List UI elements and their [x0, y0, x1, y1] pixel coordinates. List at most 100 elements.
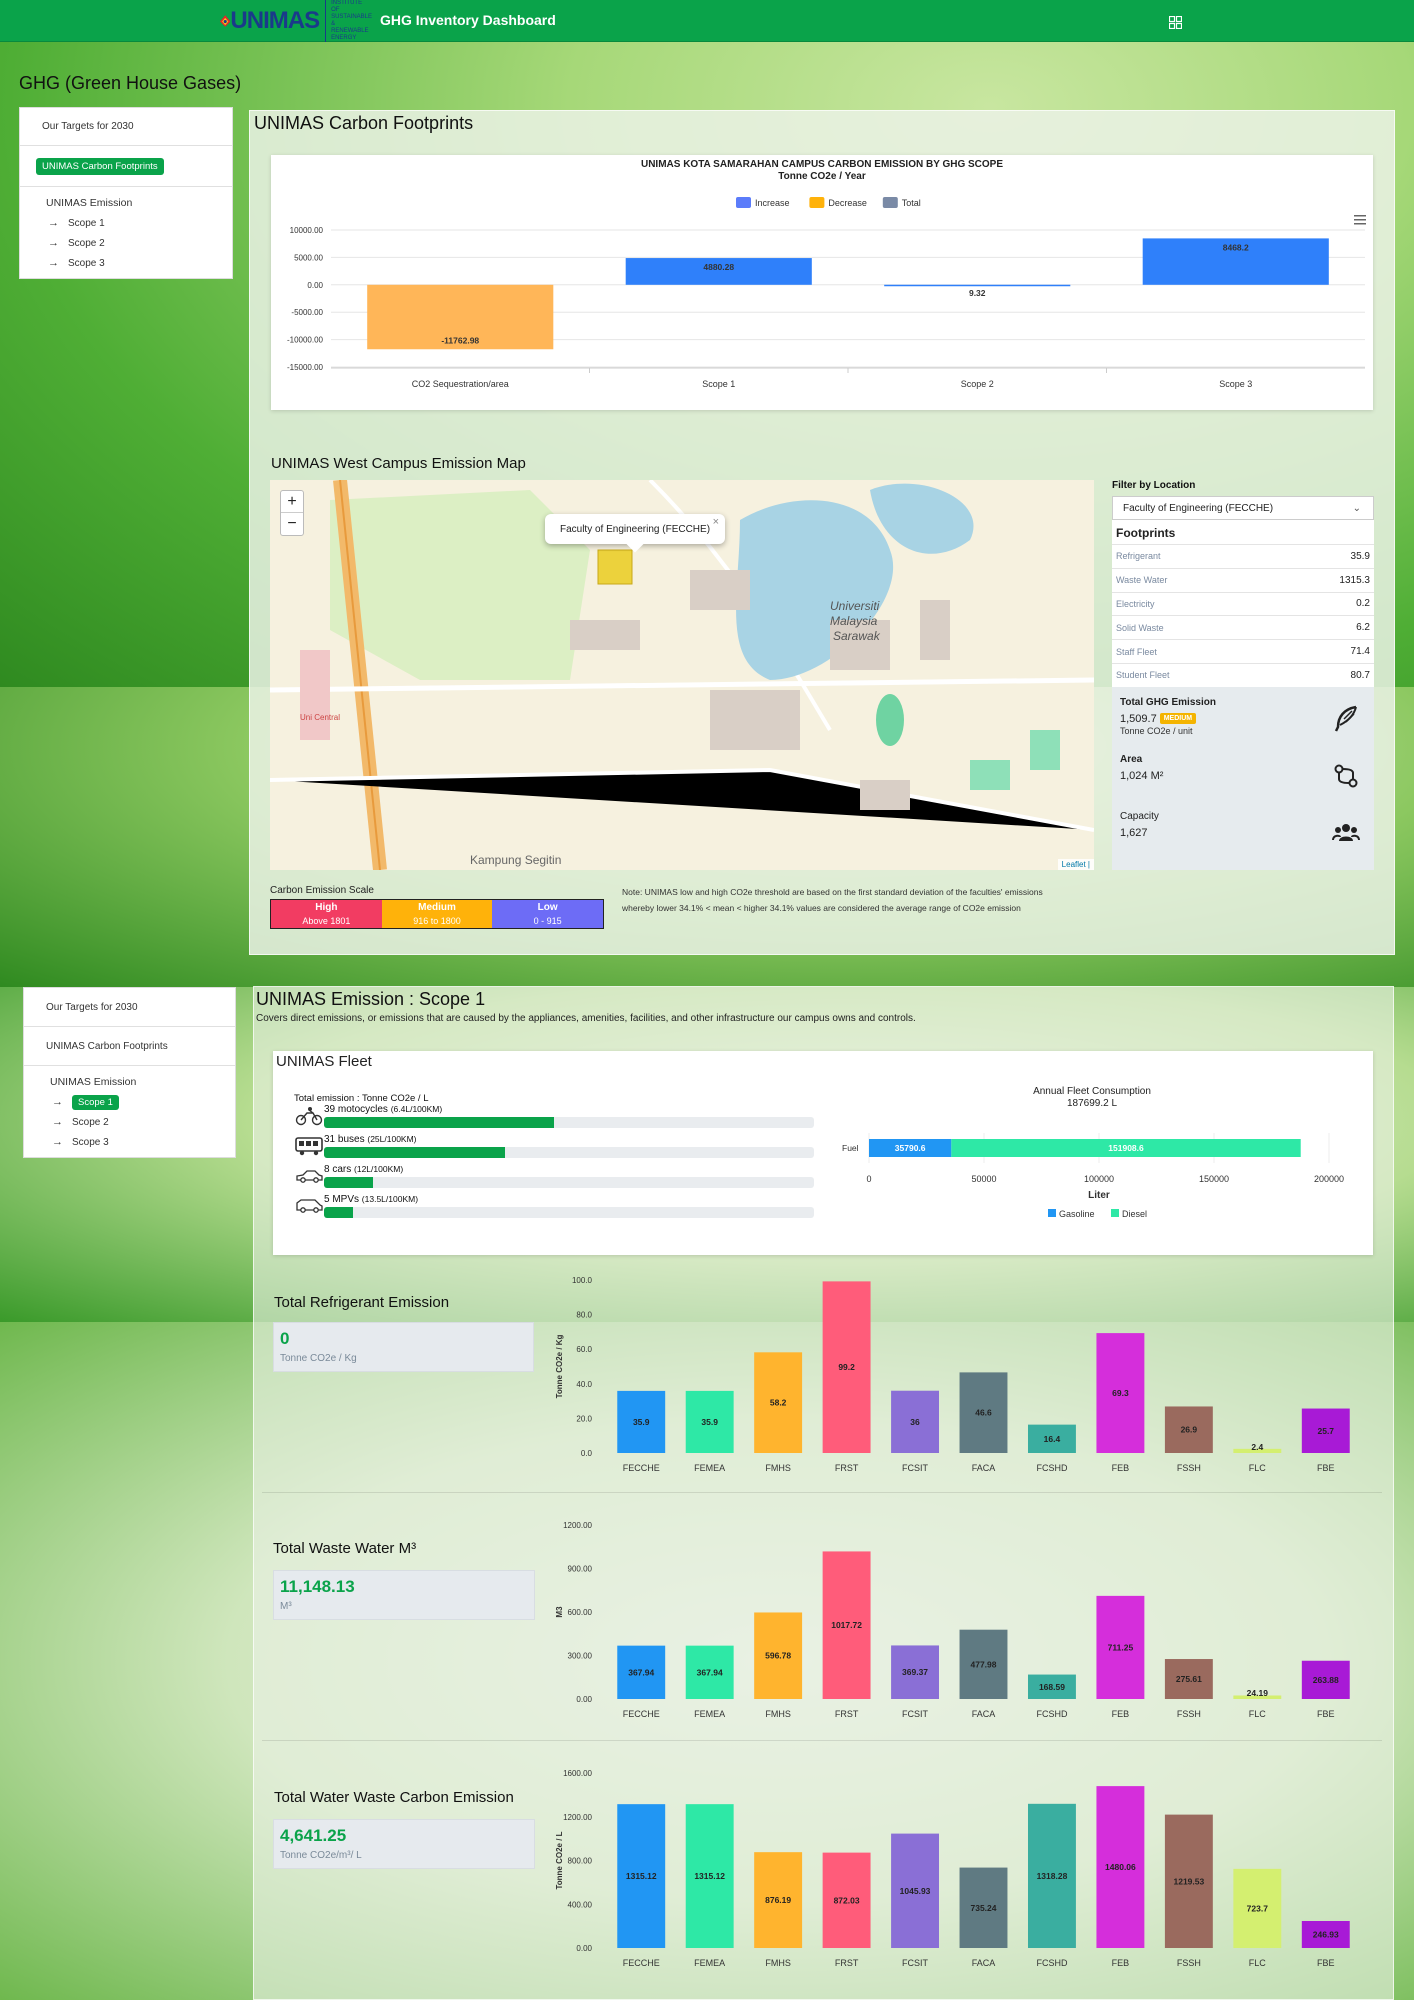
nav-scope-2[interactable]: → Scope 2 — [20, 233, 232, 253]
footprint-key: Solid Waste — [1116, 622, 1164, 633]
x-tick-label: FCSHD — [1036, 1463, 1067, 1473]
scope-chart-card: UNIMAS KOTA SAMARAHAN CAMPUS CARBON EMIS… — [271, 155, 1373, 410]
bar-label: 46.6 — [975, 1408, 992, 1418]
capacity-stat: Capacity 1,627 — [1120, 807, 1366, 864]
scale-high: High Above 1801 — [271, 900, 382, 928]
y-tick-label: 0.0 — [581, 1449, 593, 1458]
x-axis-label: Liter — [1088, 1190, 1110, 1201]
footprint-key: Refrigerant — [1116, 551, 1161, 562]
nav-footprints[interactable]: UNIMAS Carbon Footprints — [20, 146, 232, 186]
y-tick-label: Fuel — [842, 1143, 859, 1153]
legend-label: Total — [902, 198, 921, 208]
zoom-out-button[interactable]: − — [281, 513, 303, 535]
y-tick-label: 1200.00 — [563, 1521, 592, 1530]
x-tick-label: CO2 Sequestration/area — [412, 379, 509, 389]
map-popup: Faculty of Engineering (FECCHE) × — [545, 514, 725, 553]
chart-menu-icon[interactable] — [1354, 215, 1366, 225]
unimas-logo[interactable]: UNIMAS INSTITUTE OF SUSTAINABLE & RENEWA… — [220, 0, 372, 42]
y-tick-label: 0.00 — [576, 1944, 592, 1953]
arrow-right-icon: → — [48, 257, 59, 269]
location-select[interactable]: Faculty of Engineering (FECCHE) ⌄ — [1112, 496, 1374, 520]
wastewater-value: 11,148.13 — [280, 1577, 355, 1596]
bar-label: 735.24 — [971, 1903, 997, 1913]
bar-label: 1480.06 — [1105, 1862, 1136, 1872]
scale-medium: Medium 916 to 1800 — [381, 900, 493, 928]
x-tick-label: Scope 3 — [1219, 379, 1252, 389]
map-attribution[interactable]: Leaflet | — [1057, 859, 1094, 870]
x-tick-label: FECCHE — [623, 1463, 660, 1473]
filter-label: Filter by Location — [1112, 480, 1196, 491]
divider — [262, 1740, 1382, 1741]
footprint-row: Electricity 0.2 — [1112, 591, 1374, 616]
bus-icon — [295, 1137, 323, 1156]
x-tick-label: FRST — [835, 1958, 859, 1968]
bar-label: 1315.12 — [694, 1871, 725, 1881]
x-tick-label: FACA — [972, 1463, 996, 1473]
nav-scope-3[interactable]: → Scope 3 — [20, 253, 232, 273]
footprint-value: 0.2 — [1356, 598, 1370, 610]
fleet-progress-fill — [324, 1207, 354, 1218]
fleet-head: Total emission : Tonne CO2e / L — [294, 1093, 429, 1104]
page-heading: GHG (Green House Gases) — [19, 73, 242, 93]
status-badge: MEDIUM — [1159, 713, 1197, 725]
bar-label: 1318.28 — [1037, 1871, 1068, 1881]
nav-scope-1[interactable]: → Scope 1 — [20, 213, 232, 233]
nav-footprints[interactable]: UNIMAS Carbon Footprints — [24, 1027, 235, 1065]
nav-emission[interactable]: UNIMAS Emission — [24, 1066, 235, 1092]
footprint-key: Electricity — [1116, 598, 1155, 609]
legend-swatch — [809, 197, 825, 208]
x-tick-label: FRST — [835, 1709, 859, 1719]
scale-note: Note: UNIMAS low and high CO2e threshold… — [622, 884, 1102, 916]
footprint-row: Waste Water 1315.3 — [1112, 567, 1374, 592]
chart-title: Annual Fleet Consumption — [1033, 1086, 1151, 1097]
bar-label: 477.98 — [971, 1659, 997, 1669]
refrigerant-value: 0 — [280, 1329, 290, 1348]
nav-scope-3[interactable]: → Scope 3 — [24, 1132, 235, 1152]
x-tick-label: FECCHE — [623, 1958, 660, 1968]
legend-label: Gasoline — [1059, 1209, 1095, 1219]
svg-text:Kampung Segitin: Kampung Segitin — [470, 853, 561, 867]
x-tick-label: FLC — [1249, 1463, 1267, 1473]
bar-label: 168.59 — [1039, 1682, 1065, 1692]
wastewater-unit: M³ — [280, 1601, 292, 1612]
nav-targets[interactable]: Our Targets for 2030 — [20, 108, 232, 145]
x-tick-label: FBE — [1317, 1709, 1335, 1719]
scope1-title: UNIMAS Emission : Scope 1 — [256, 989, 486, 1009]
arrow-right-icon: → — [52, 1096, 63, 1108]
nav-scope-1[interactable]: → Scope 1 — [24, 1092, 235, 1112]
x-tick-label: 100000 — [1084, 1174, 1114, 1184]
scale-low-name: Low — [537, 902, 558, 913]
zoom-control: + − — [280, 490, 304, 536]
capacity-value: 1,627 — [1120, 826, 1148, 839]
fleet-progress-fill — [324, 1177, 373, 1188]
nav-scope-2[interactable]: → Scope 2 — [24, 1112, 235, 1132]
x-tick-label: FCSIT — [902, 1958, 929, 1968]
bar-label: 1315.12 — [626, 1871, 657, 1881]
scale-low: Low 0 - 915 — [492, 900, 604, 928]
nav-targets[interactable]: Our Targets for 2030 — [24, 988, 235, 1026]
filter-panel: Filter by Location Faculty of Engineerin… — [1112, 480, 1374, 870]
scale-note-line: whereby lower 34.1% < mean < higher 34.1… — [622, 903, 1021, 913]
sidebar-nav-2: Our Targets for 2030 UNIMAS Carbon Footp… — [23, 987, 236, 1158]
area-label: Area — [1120, 753, 1143, 765]
scale-note-line: Note: UNIMAS low and high CO2e threshold… — [622, 887, 1043, 897]
logo-emblem-icon — [220, 15, 231, 27]
x-tick-label: FBE — [1317, 1958, 1335, 1968]
fleet-progress-track — [324, 1207, 814, 1218]
footprint-key: Waste Water — [1116, 575, 1168, 586]
grid-menu-icon[interactable] — [1169, 16, 1182, 29]
bar-label: -11762.98 — [441, 335, 479, 345]
emission-map[interactable]: Universiti Malaysia Sarawak Kampung Segi… — [270, 480, 1094, 870]
fleet-progress-track — [324, 1117, 814, 1128]
svg-text:Universiti: Universiti — [830, 599, 880, 613]
legend-label: Decrease — [828, 198, 867, 208]
footprints-box: Footprints Refrigerant 35.9 Waste Water 13… — [1112, 520, 1374, 687]
footprint-row: Staff Fleet 71.4 — [1112, 639, 1374, 663]
fleet-item: 31 buses (25L/100KM) — [287, 1134, 822, 1164]
scale-bar: High Above 1801 Medium 916 to 1800 Low 0 - … — [270, 899, 604, 929]
zoom-in-button[interactable]: + — [281, 491, 303, 513]
wwcarbon-unit: Tonne CO2e/m³/ L — [280, 1850, 362, 1861]
nav-emission[interactable]: UNIMAS Emission — [20, 187, 232, 213]
close-icon[interactable]: × — [713, 516, 719, 528]
x-tick-label: FEMEA — [694, 1958, 725, 1968]
